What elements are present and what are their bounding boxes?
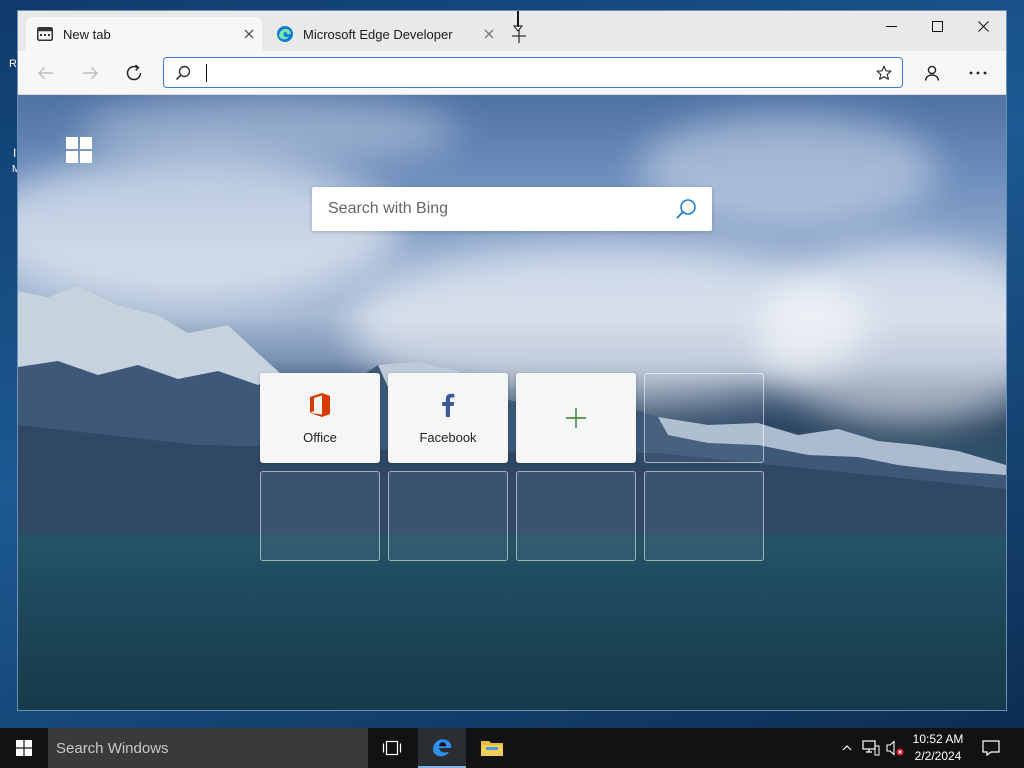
title-bar[interactable]: New tab Microsoft Edge Developer <box>18 11 1006 51</box>
taskbar: Search Windows 10:52 AM 2/2/2024 <box>0 728 1024 768</box>
quick-link-empty-slot <box>516 471 636 561</box>
add-quick-link-button[interactable] <box>516 373 636 463</box>
quick-link-label: Facebook <box>419 429 477 445</box>
tab-new-tab[interactable]: New tab <box>26 17 262 51</box>
chevron-up-icon <box>842 745 852 751</box>
browser-window: New tab Microsoft Edge Developer Search … <box>17 10 1007 711</box>
show-hidden-icons-button[interactable] <box>838 728 856 768</box>
close-icon <box>977 20 989 32</box>
add-icon <box>563 405 589 431</box>
text-caret <box>206 64 207 82</box>
taskbar-edge-button[interactable] <box>418 728 466 768</box>
newtab-page-icon <box>36 25 54 43</box>
office-icon <box>307 392 333 418</box>
close-tab-icon[interactable] <box>236 21 262 47</box>
volume-button[interactable] <box>884 728 906 768</box>
profile-icon <box>924 65 940 81</box>
maximize-button[interactable] <box>914 11 960 41</box>
settings-more-button[interactable] <box>962 57 994 89</box>
notification-icon <box>982 740 1000 756</box>
profile-button[interactable] <box>916 57 948 89</box>
clock-date: 2/2/2024 <box>914 749 962 763</box>
facebook-icon <box>435 392 461 418</box>
desktop-icon-label-peek: I <box>13 146 17 160</box>
back-arrow-icon <box>38 66 53 80</box>
quick-link-label: Office <box>303 429 337 445</box>
taskbar-search-placeholder: Search Windows <box>56 739 169 757</box>
star-icon <box>876 65 892 80</box>
new-tab-page: Office Facebook <box>18 95 1006 710</box>
tab-title: New tab <box>63 26 111 42</box>
edge-icon <box>433 739 452 757</box>
quick-link-empty-slot <box>388 471 508 561</box>
taskbar-file-explorer-button[interactable] <box>468 728 516 768</box>
quick-link-empty-slot <box>644 373 764 463</box>
address-bar[interactable] <box>163 57 903 88</box>
edge-logo-icon <box>276 25 294 43</box>
back-button[interactable] <box>30 57 62 89</box>
taskbar-clock[interactable]: 10:52 AM 2/2/2024 <box>906 731 970 765</box>
background-cloud <box>78 95 458 165</box>
network-icon <box>862 740 880 756</box>
bing-search-box[interactable] <box>312 187 712 231</box>
quick-link-empty-slot <box>644 471 764 561</box>
minimize-button[interactable] <box>868 11 914 41</box>
browser-toolbar <box>18 51 1006 95</box>
more-dots-icon <box>969 71 987 75</box>
taskbar-search-box[interactable]: Search Windows <box>48 728 368 768</box>
desktop-icon-label-peek: R <box>9 58 17 70</box>
search-icon[interactable] <box>660 187 712 231</box>
close-tab-icon[interactable] <box>476 21 502 47</box>
refresh-icon <box>126 64 142 81</box>
maximize-icon <box>931 20 943 32</box>
close-window-button[interactable] <box>960 11 1006 41</box>
address-input[interactable] <box>202 58 866 87</box>
network-button[interactable] <box>860 728 882 768</box>
window-controls <box>868 11 1006 41</box>
task-view-button[interactable] <box>368 728 416 768</box>
quick-link-facebook[interactable]: Facebook <box>388 373 508 463</box>
clock-time: 10:52 AM <box>912 732 964 746</box>
forward-arrow-icon <box>83 66 98 80</box>
minimize-icon <box>885 25 897 27</box>
forward-button[interactable] <box>74 57 106 89</box>
quick-links-grid: Office Facebook <box>260 373 768 561</box>
favorite-star-button[interactable] <box>866 58 902 87</box>
file-explorer-icon <box>481 741 503 756</box>
quick-link-office[interactable]: Office <box>260 373 380 463</box>
search-icon <box>164 58 202 87</box>
action-center-button[interactable] <box>976 728 1006 768</box>
quick-link-empty-slot <box>260 471 380 561</box>
windows-logo-icon <box>66 137 92 163</box>
bing-search-input[interactable] <box>312 187 660 231</box>
volume-muted-icon <box>886 740 904 756</box>
refresh-button[interactable] <box>118 57 150 89</box>
tab-title: Microsoft Edge Developer <box>303 26 453 42</box>
windows-start-icon <box>16 740 32 756</box>
task-view-icon <box>382 740 402 756</box>
start-button[interactable] <box>0 728 48 768</box>
tab-microsoft-edge-developer[interactable]: Microsoft Edge Developer <box>266 17 502 51</box>
resize-cursor-icon <box>512 11 524 38</box>
